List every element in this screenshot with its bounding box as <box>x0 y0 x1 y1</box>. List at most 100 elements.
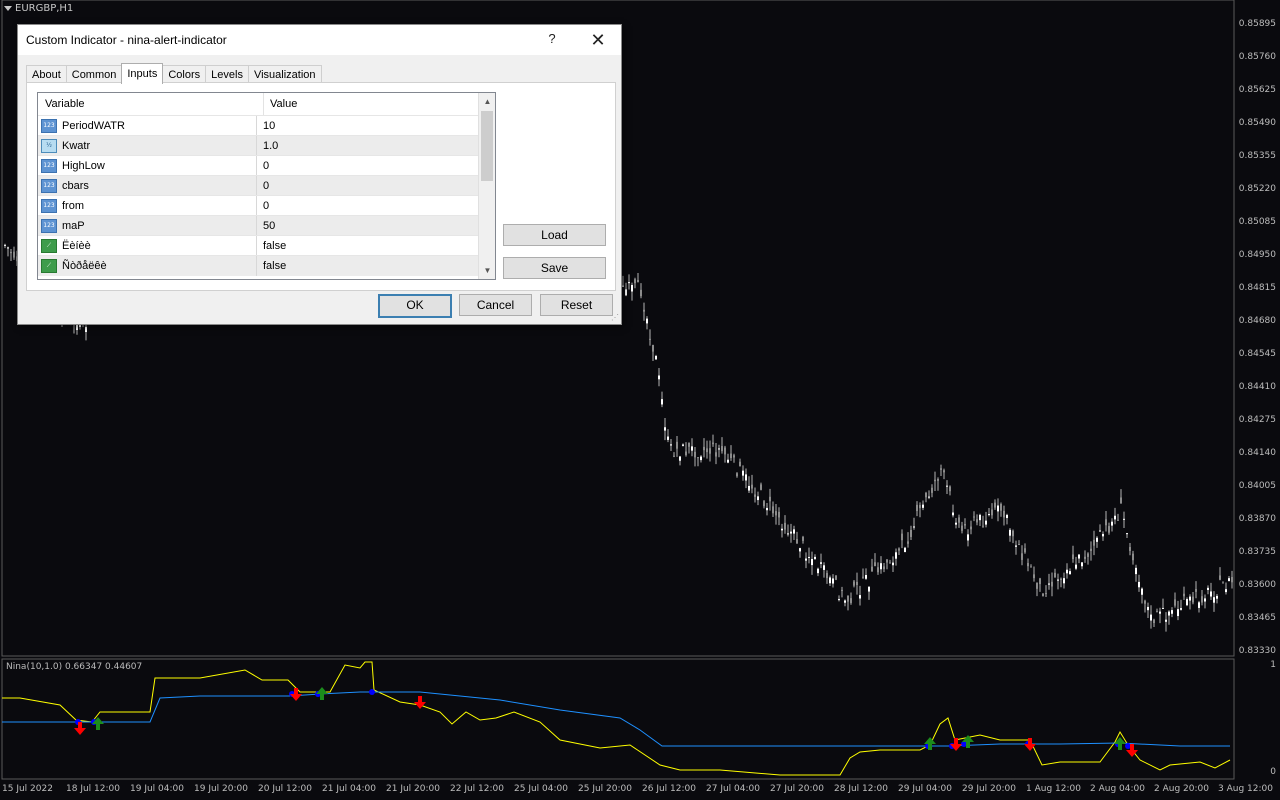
tab-inputs[interactable]: Inputs <box>121 63 164 84</box>
candle-body <box>1081 562 1083 567</box>
candle-body <box>1108 526 1110 533</box>
candle-body <box>928 496 930 498</box>
input-row[interactable]: 123 from 0 <box>38 195 478 216</box>
candle-body <box>1144 600 1146 604</box>
input-value[interactable]: 50 <box>257 216 275 236</box>
candle-body <box>754 494 756 497</box>
candle-body <box>1159 611 1161 614</box>
candle-body <box>1156 610 1158 612</box>
inputs-grid[interactable]: Variable Value 123 PeriodWATR 10 ½ Kwatr 1… <box>37 92 496 280</box>
input-value[interactable]: 0 <box>257 196 269 216</box>
candle-body <box>694 451 696 458</box>
indicator-label: Nina(10,1.0) 0.66347 0.44607 <box>6 662 143 672</box>
candle-body <box>1210 591 1212 597</box>
candle-body <box>721 446 723 452</box>
input-value[interactable]: 0 <box>257 176 269 196</box>
input-row[interactable]: 123 PeriodWATR 10 <box>38 115 478 136</box>
time-tick-label: 29 Jul 04:00 <box>898 784 952 794</box>
candle-body <box>778 511 780 518</box>
candle-body <box>730 453 732 459</box>
candle-body <box>1066 569 1068 574</box>
candle-body <box>979 514 981 521</box>
candle-body <box>1000 504 1002 511</box>
input-name: Ñòðåëêè <box>62 260 107 272</box>
candle-body <box>820 562 822 564</box>
candle-body <box>982 525 984 527</box>
save-button[interactable]: Save <box>503 257 606 279</box>
candle-body <box>844 600 846 603</box>
candle-body <box>649 338 651 340</box>
candle-body <box>1090 548 1092 551</box>
time-tick-label: 21 Jul 04:00 <box>322 784 376 794</box>
scroll-up-icon[interactable]: ▲ <box>479 93 495 110</box>
price-tick-label: 0.84950 <box>1238 250 1276 260</box>
candle-body <box>712 442 714 445</box>
candle-body <box>652 345 654 352</box>
candle-body <box>1009 529 1011 536</box>
time-tick-label: 2 Aug 04:00 <box>1090 784 1145 794</box>
input-row[interactable]: ⟋ Ëèíèè false <box>38 235 478 256</box>
candle-body <box>1015 545 1017 547</box>
cancel-button[interactable]: Cancel <box>459 294 532 316</box>
candle-body <box>811 559 813 566</box>
input-row[interactable]: 123 HighLow 0 <box>38 155 478 176</box>
candle-body <box>835 575 837 580</box>
input-name: HighLow <box>62 160 105 172</box>
candle-body <box>1069 571 1071 575</box>
input-value[interactable]: false <box>257 236 286 256</box>
candle-body <box>781 528 783 531</box>
dropdown-triangle-icon[interactable] <box>4 6 12 11</box>
resize-grip-icon[interactable]: ⋰ <box>611 314 619 322</box>
candle-body <box>1051 581 1053 587</box>
candle-body <box>952 512 954 516</box>
input-row[interactable]: ½ Kwatr 1.0 <box>38 135 478 156</box>
column-variable[interactable]: Variable <box>38 93 264 115</box>
ok-button[interactable]: OK <box>378 294 452 318</box>
price-tick-label: 0.83870 <box>1238 514 1276 524</box>
candle-body <box>772 506 774 514</box>
candle-body <box>913 526 915 528</box>
time-tick-label: 29 Jul 20:00 <box>962 784 1016 794</box>
scroll-thumb[interactable] <box>481 111 493 181</box>
input-row[interactable]: 123 cbars 0 <box>38 175 478 196</box>
candle-body <box>865 575 867 579</box>
candle-body <box>787 533 789 535</box>
candle-body <box>667 436 669 440</box>
candle-body <box>1183 593 1185 597</box>
candle-body <box>766 507 768 511</box>
candle-body <box>973 516 975 518</box>
candle-body <box>733 455 735 458</box>
grid-scrollbar[interactable]: ▲ ▼ <box>478 93 495 279</box>
candle-body <box>1126 533 1128 535</box>
price-tick-label: 0.84005 <box>1238 481 1276 491</box>
candle-body <box>841 589 843 592</box>
dialog-titlebar[interactable]: Custom Indicator - nina-alert-indicator … <box>18 25 621 55</box>
reset-button[interactable]: Reset <box>540 294 613 316</box>
input-value[interactable]: 1.0 <box>257 136 278 156</box>
close-icon[interactable]: ✕ <box>584 29 612 51</box>
input-value[interactable]: 10 <box>257 116 275 136</box>
scroll-down-icon[interactable]: ▼ <box>479 262 495 279</box>
input-value[interactable]: false <box>257 256 286 276</box>
candle-body <box>706 448 708 453</box>
candle-body <box>922 504 924 508</box>
input-row[interactable]: ⟋ Ñòðåëêè false <box>38 255 478 276</box>
candle-body <box>625 289 627 296</box>
load-button[interactable]: Load <box>503 224 606 246</box>
column-value[interactable]: Value <box>264 93 297 115</box>
price-tick-label: 0.85490 <box>1238 118 1276 128</box>
candle-body <box>1012 530 1014 537</box>
time-tick-label: 15 Jul 2022 <box>2 784 53 794</box>
candle-body <box>1063 578 1065 584</box>
input-row[interactable]: 123 maP 50 <box>38 215 478 236</box>
candle-body <box>991 509 993 516</box>
tab-strip: About Common Inputs Colors Levels Visual… <box>26 63 322 84</box>
time-tick-label: 20 Jul 12:00 <box>258 784 312 794</box>
help-icon[interactable]: ? <box>542 31 562 49</box>
candle-body <box>1039 578 1041 585</box>
candle-body <box>1072 554 1074 560</box>
candle-body <box>709 448 711 454</box>
candle-body <box>826 572 828 579</box>
input-value[interactable]: 0 <box>257 156 269 176</box>
candle-body <box>7 247 9 249</box>
